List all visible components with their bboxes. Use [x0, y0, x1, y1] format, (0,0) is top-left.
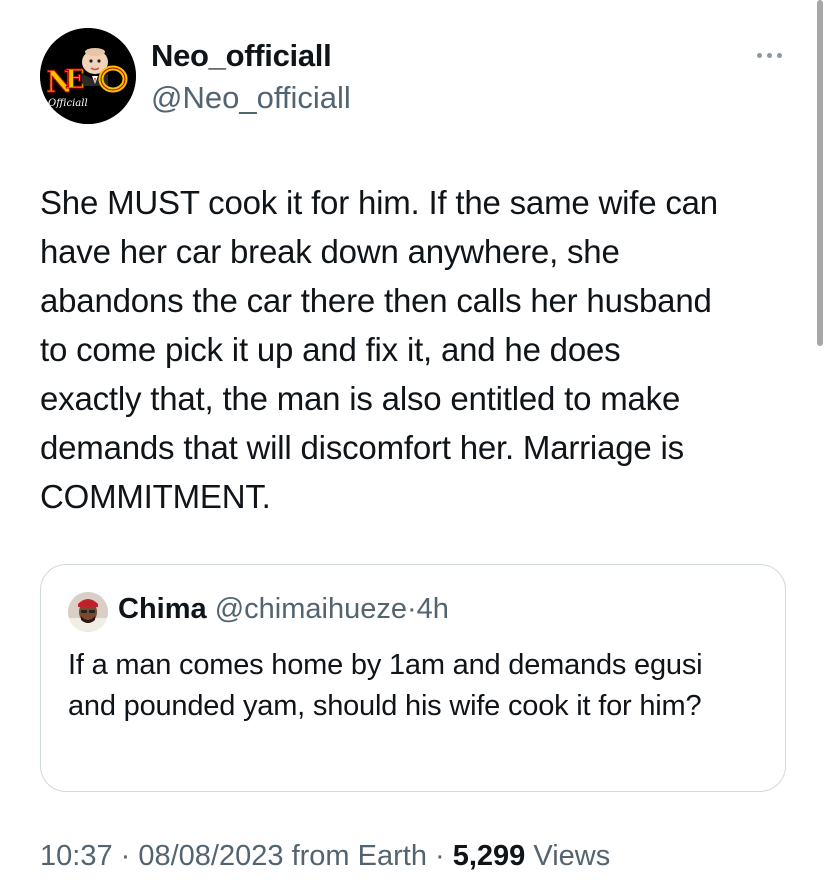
- svg-text:E: E: [65, 65, 85, 95]
- svg-text:Officiall: Officiall: [48, 98, 88, 109]
- more-options-button[interactable]: [744, 40, 794, 70]
- tweet-time[interactable]: 10:37: [40, 840, 113, 872]
- tweet-text: She MUST cook it for him. If the same wi…: [40, 184, 718, 515]
- tweet-source: from Earth: [283, 840, 427, 872]
- quote-header: Chima @chimaihueze·4h: [118, 593, 449, 626]
- author-handle[interactable]: @Neo_officiall: [151, 80, 351, 116]
- quote-tweet-card[interactable]: Chima @chimaihueze·4h If a man comes hom…: [40, 564, 786, 792]
- more-dot: [776, 52, 782, 58]
- author-avatar[interactable]: N E Officiall: [40, 28, 136, 124]
- views-label: Views: [525, 840, 611, 872]
- quote-separator: ·: [406, 593, 417, 625]
- quote-author-handle[interactable]: @chimaihueze: [215, 593, 407, 625]
- quote-timestamp[interactable]: 4h: [417, 593, 449, 625]
- author-name[interactable]: Neo_officiall: [151, 38, 332, 74]
- quote-author-avatar[interactable]: [68, 592, 108, 632]
- more-horizontal-icon: [756, 52, 762, 58]
- quote-author-name[interactable]: Chima: [118, 593, 207, 625]
- more-dot: [766, 52, 772, 58]
- tweet-meta: 10:37 · 08/08/2023 from Earth · 5,299 Vi…: [40, 840, 610, 873]
- views-count[interactable]: 5,299: [453, 840, 526, 872]
- tweet-date[interactable]: 08/08/2023: [138, 840, 283, 872]
- quote-text: If a man comes home by 1am and demands e…: [68, 649, 703, 722]
- tweet: N E Officiall Neo_officiall @Neo_officia…: [0, 0, 828, 880]
- person-avatar-icon: [68, 592, 108, 632]
- meta-separator: ·: [426, 840, 453, 872]
- meta-separator: ·: [112, 840, 139, 872]
- neo-logo-icon: N E Officiall: [40, 28, 136, 124]
- scrollbar[interactable]: [817, 0, 823, 346]
